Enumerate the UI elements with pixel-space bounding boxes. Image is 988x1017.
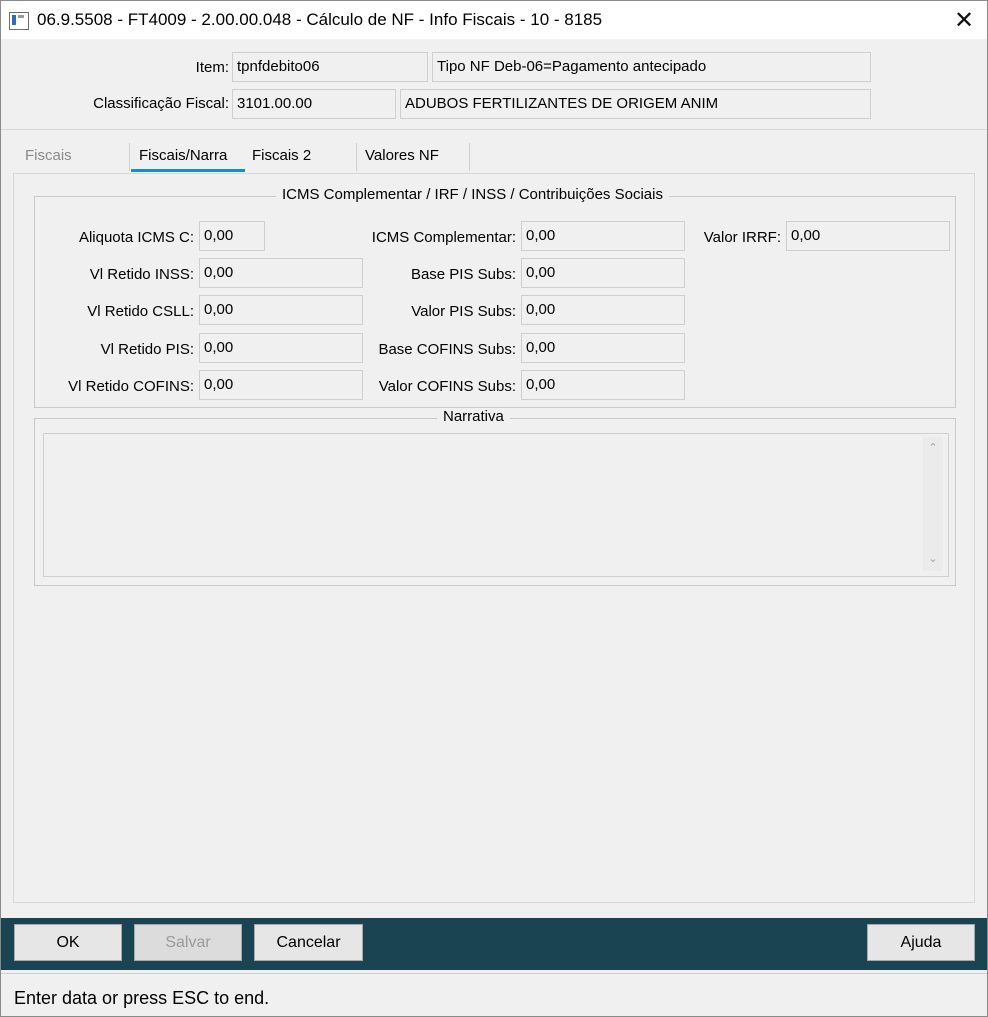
header-area: Item: tpnfdebito06 Tipo NF Deb-06=Pagame…	[1, 40, 987, 130]
salvar-button[interactable]: Salvar	[134, 924, 242, 961]
scroll-down-icon[interactable]: ⌄	[923, 552, 943, 565]
classificacao-description-field: ADUBOS FERTILIZANTES DE ORIGEM ANIM	[400, 89, 871, 119]
item-description-field: Tipo NF Deb-06=Pagamento antecipado	[432, 52, 871, 82]
base-cofins-subs-label: Base COFINS Subs:	[378, 341, 516, 358]
base-cofins-subs-field[interactable]: 0,00	[521, 333, 685, 363]
valor-cofins-subs-label: Valor COFINS Subs:	[378, 378, 516, 395]
icms-complementar-label: ICMS Complementar:	[371, 229, 516, 246]
classificacao-label: Classificação Fiscal:	[93, 95, 229, 112]
window-title: 06.9.5508 - FT4009 - 2.00.00.048 - Cálcu…	[37, 10, 603, 29]
tab-separator	[469, 143, 470, 171]
valor-pis-subs-field[interactable]: 0,00	[521, 295, 685, 325]
base-pis-subs-label: Base PIS Subs:	[410, 266, 516, 283]
vl-retido-inss-label: Vl Retido INSS:	[89, 266, 194, 283]
button-bar: OK Salvar Cancelar Ajuda	[1, 918, 987, 970]
icms-complementar-field[interactable]: 0,00	[521, 221, 685, 251]
vl-retido-csll-label: Vl Retido CSLL:	[87, 303, 194, 320]
tab-fiscais-narra[interactable]: Fiscais/Narra	[139, 147, 227, 164]
valor-irrf-field[interactable]: 0,00	[786, 221, 950, 251]
narrativa-group: Narrativa ⌃ ⌄	[34, 408, 956, 586]
valor-irrf-label: Valor IRRF:	[703, 229, 781, 246]
tab-bar: Fiscais Fiscais/Narra Fiscais 2 Valores …	[1, 131, 987, 173]
app-icon	[9, 12, 29, 30]
aliquota-icms-label: Aliquota ICMS C:	[78, 229, 194, 246]
active-tab-indicator	[131, 169, 245, 172]
item-field[interactable]: tpnfdebito06	[232, 52, 428, 82]
classificacao-field[interactable]: 3101.00.00	[232, 89, 396, 119]
valor-cofins-subs-field[interactable]: 0,00	[521, 370, 685, 400]
ok-button[interactable]: OK	[14, 924, 122, 961]
status-bar: Enter data or press ESC to end.	[1, 973, 987, 1016]
tab-separator	[129, 143, 130, 171]
title-bar: 06.9.5508 - FT4009 - 2.00.00.048 - Cálcu…	[1, 1, 987, 39]
item-label: Item:	[195, 59, 229, 76]
narrativa-textarea[interactable]	[43, 433, 949, 577]
dialog-window: 06.9.5508 - FT4009 - 2.00.00.048 - Cálcu…	[0, 0, 988, 1017]
close-icon[interactable]: ✕	[941, 1, 987, 39]
tab-fiscais-2[interactable]: Fiscais 2	[252, 147, 311, 164]
narrativa-scrollbar[interactable]: ⌃ ⌄	[923, 437, 943, 571]
scroll-up-icon[interactable]: ⌃	[923, 441, 943, 454]
valor-pis-subs-label: Valor PIS Subs:	[411, 303, 516, 320]
icms-group-title: ICMS Complementar / IRF / INSS / Contrib…	[276, 186, 669, 203]
aliquota-icms-field[interactable]: 0,00	[199, 221, 265, 251]
tab-fiscais[interactable]: Fiscais	[25, 147, 72, 164]
vl-retido-cofins-label: Vl Retido COFINS:	[68, 378, 194, 395]
icms-group: ICMS Complementar / IRF / INSS / Contrib…	[34, 186, 956, 408]
vl-retido-pis-label: Vl Retido PIS:	[100, 341, 194, 358]
cancelar-button[interactable]: Cancelar	[254, 924, 363, 961]
narrativa-group-title: Narrativa	[437, 408, 510, 425]
ajuda-button[interactable]: Ajuda	[867, 924, 975, 961]
tab-valores-nf[interactable]: Valores NF	[365, 147, 439, 164]
tab-separator	[356, 143, 357, 171]
base-pis-subs-field[interactable]: 0,00	[521, 258, 685, 288]
tab-panel: ICMS Complementar / IRF / INSS / Contrib…	[13, 173, 975, 903]
status-text: Enter data or press ESC to end.	[14, 988, 270, 1008]
